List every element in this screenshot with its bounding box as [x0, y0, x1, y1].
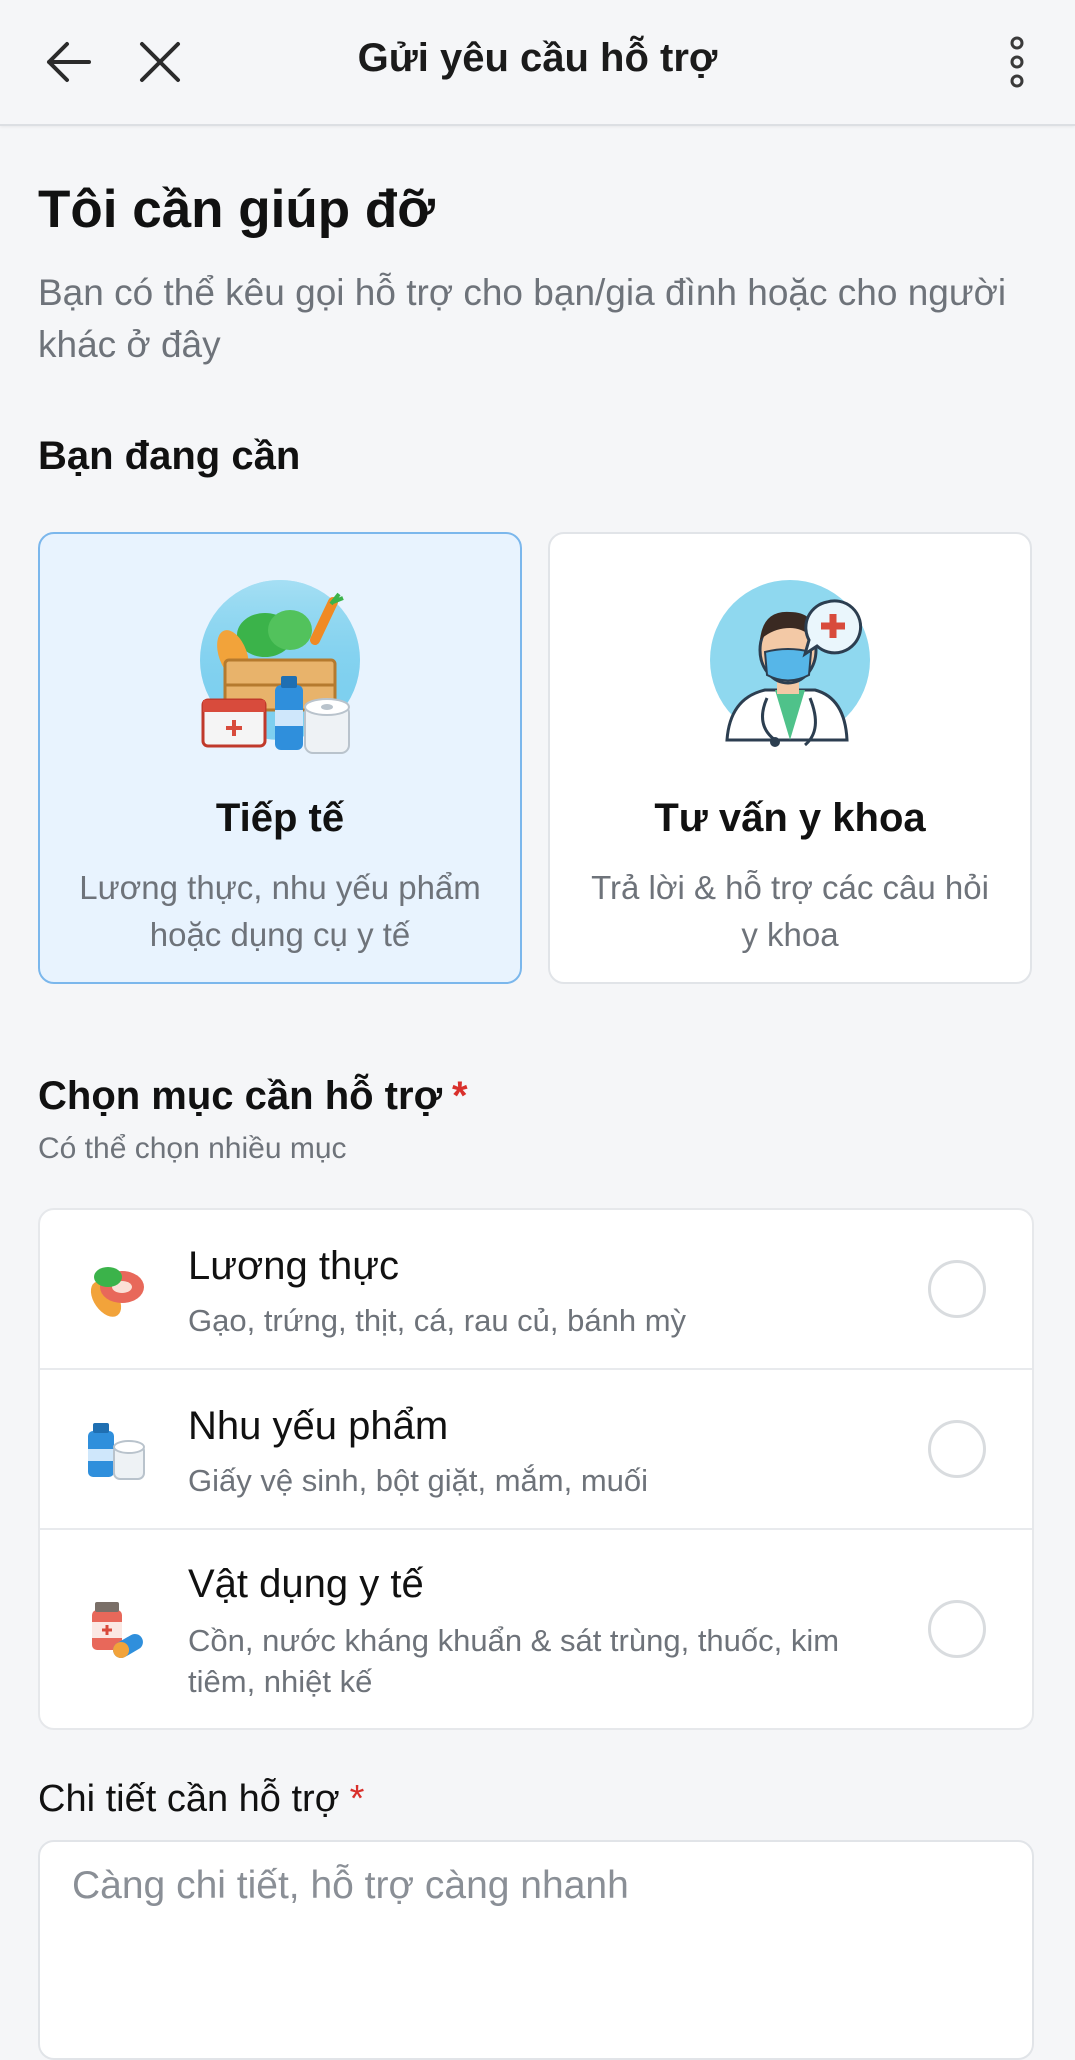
detail-textarea[interactable]: Càng chi tiết, hỗ trợ càng nhanh [38, 1840, 1034, 2060]
page-subtitle: Bạn có thể kêu gọi hỗ trợ cho bạn/gia đì… [38, 272, 1007, 365]
detail-label-text: Chi tiết cần hỗ trợ [38, 1778, 340, 1820]
category-description: Cồn, nước kháng khuẩn & sát trùng, thuốc… [188, 1623, 840, 1699]
category-item-food[interactable]: Lương thực Gạo, trứng, thịt, cá, rau củ,… [40, 1210, 1032, 1370]
top-app-bar: Gửi yêu cầu hỗ trợ [0, 0, 1075, 126]
supplies-illustration-icon [200, 580, 360, 754]
medicine-icon [92, 1602, 143, 1658]
required-mark: * [452, 1074, 468, 1118]
more-vertical-icon [1010, 36, 1024, 88]
category-item-medical-supplies[interactable]: Vật dụng y tế Cồn, nước kháng khuẩn & sá… [40, 1530, 1032, 1728]
detail-label: Chi tiết cần hỗ trợ * [38, 1778, 364, 1821]
essentials-icon [88, 1423, 145, 1480]
category-heading-text: Chọn mục cần hỗ trợ [38, 1074, 443, 1118]
option-card-supplies[interactable]: Tiếp tế Lương thực, nhu yếu phẩm hoặc dụ… [38, 532, 522, 984]
category-checkbox[interactable] [928, 1600, 986, 1658]
option-description: Lương thực, nhu yếu phẩm hoặc dụng cụ y … [79, 869, 481, 953]
category-checkbox[interactable] [928, 1260, 986, 1318]
category-hint: Có thể chọn nhiều mục [38, 1132, 347, 1165]
doctor-illustration-icon [710, 580, 870, 747]
option-title: Tiếp tế [215, 796, 345, 840]
category-item-essentials[interactable]: Nhu yếu phẩm Giấy vệ sinh, bột giặt, mắm… [40, 1370, 1032, 1530]
page-title: Tôi cần giúp đỡ [38, 180, 435, 239]
food-icon [90, 1267, 144, 1317]
category-list: Lương thực Gạo, trứng, thịt, cá, rau củ,… [38, 1208, 1034, 1730]
required-mark: * [349, 1778, 365, 1820]
category-description: Giấy vệ sinh, bột giặt, mắm, muối [188, 1463, 649, 1498]
category-checkbox[interactable] [928, 1420, 986, 1478]
option-card-medical-advice[interactable]: Tư vấn y khoa Trả lời & hỗ trợ các câu h… [548, 532, 1032, 984]
page-header-title: Gửi yêu cầu hỗ trợ [357, 36, 718, 80]
more-options-button[interactable] [985, 30, 1049, 94]
category-label: Lương thực [188, 1244, 399, 1288]
option-description: Trả lời & hỗ trợ các câu hỏi y khoa [591, 869, 989, 953]
category-label: Nhu yếu phẩm [188, 1404, 449, 1448]
option-title: Tư vấn y khoa [654, 796, 926, 840]
category-description: Gạo, trứng, thịt, cá, rau củ, bánh mỳ [188, 1303, 687, 1338]
category-section-heading: Chọn mục cần hỗ trợ * [38, 1074, 468, 1119]
need-section-heading: Bạn đang cần [38, 434, 301, 478]
category-label: Vật dụng y tế [188, 1562, 424, 1606]
